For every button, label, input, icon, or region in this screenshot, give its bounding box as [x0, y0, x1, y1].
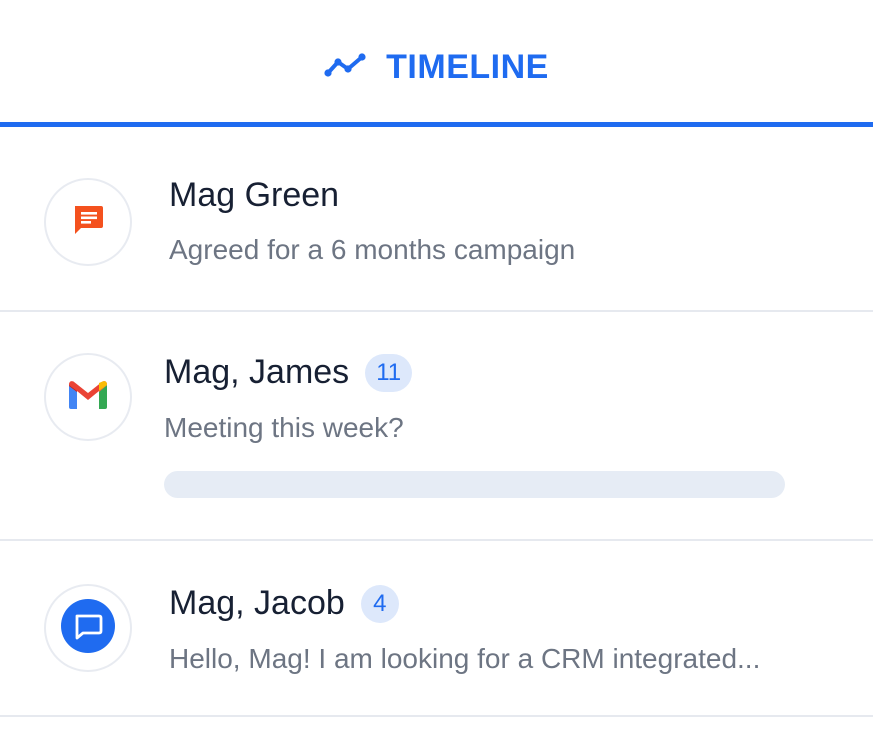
- contact-name: Mag Green: [169, 176, 340, 214]
- item-header: Mag Green: [169, 176, 339, 215]
- list-item[interactable]: Mag Green Agreed for a 6 months campaign: [0, 127, 873, 312]
- item-header: Mag, James 11: [164, 353, 413, 392]
- contact-name: Mag, Jacob: [169, 584, 345, 622]
- unread-count-badge: 11: [365, 353, 413, 392]
- avatar: [44, 353, 132, 441]
- message-preview: Agreed for a 6 months campaign: [169, 234, 576, 265]
- item-header: Mag, Jacob 4: [169, 584, 399, 623]
- tab-timeline-content: TIMELINE: [324, 48, 549, 87]
- contact-name: Mag, James: [164, 353, 350, 391]
- avatar: [44, 584, 132, 672]
- trend-line-icon: [324, 51, 368, 84]
- message-bubble-icon: [61, 598, 115, 658]
- message-preview: Hello, Mag! I am looking for a CRM integ…: [169, 643, 761, 674]
- avatar: [44, 178, 132, 266]
- tab-timeline-label: TIMELINE: [386, 47, 549, 86]
- loading-bar: [164, 471, 785, 498]
- tab-timeline[interactable]: TIMELINE: [0, 0, 873, 122]
- list-item[interactable]: Mag, James 11 Meeting this week?: [0, 310, 873, 541]
- timeline-panel: TIMELINE Mag Green Agreed for a 6 months…: [0, 0, 873, 756]
- chat-note-icon: [71, 203, 105, 242]
- message-preview: Meeting this week?: [164, 412, 404, 443]
- list-item[interactable]: Mag, Jacob 4 Hello, Mag! I am looking fo…: [0, 541, 873, 717]
- gmail-icon: [67, 379, 109, 416]
- unread-count-badge: 4: [360, 584, 399, 623]
